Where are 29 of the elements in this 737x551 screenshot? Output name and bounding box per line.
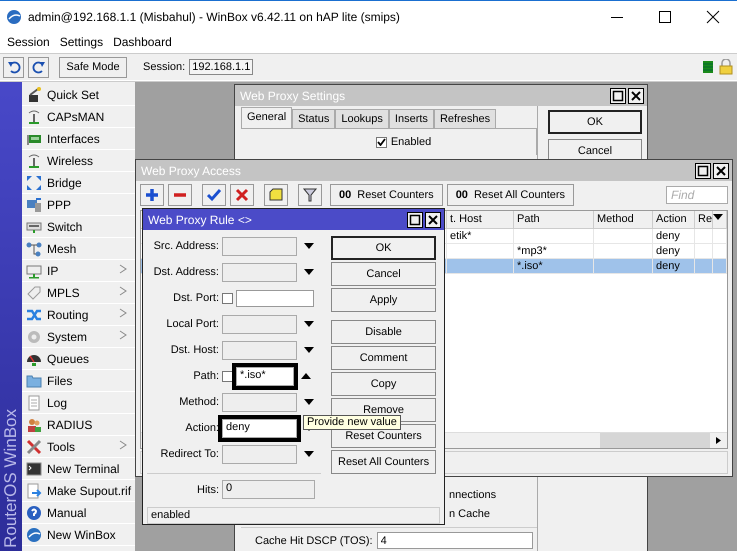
option-label: nnections	[449, 489, 496, 501]
field-label: Path:	[192, 370, 219, 382]
table-cell: etik*	[450, 230, 472, 242]
session-field: 192.168.1.1	[189, 59, 254, 75]
field-label: Dst. Host:	[170, 344, 219, 356]
table-cell: *mp3*	[517, 245, 547, 257]
table-cell: deny	[656, 230, 680, 242]
window-title: Web Proxy Rule <>	[148, 212, 253, 226]
window-title: Web Proxy Settings	[240, 88, 346, 102]
field-label: Cache Hit DSCP (TOS):	[255, 534, 373, 546]
session-label: Session:	[143, 61, 186, 73]
table-cell: deny	[656, 260, 680, 272]
window-title: Web Proxy Access	[141, 164, 242, 178]
tooltip: Provide new value	[303, 415, 401, 430]
checkbox-label: Enabled	[390, 136, 432, 148]
table-cell: *.iso*	[517, 260, 543, 272]
field-label: Local Port:	[165, 318, 219, 330]
hits-field: 0	[222, 480, 315, 499]
option-label: n Cache	[449, 508, 490, 520]
field-label: Action:	[184, 422, 219, 434]
table-cell: deny	[656, 245, 680, 257]
window-title: admin@192.168.1.1 (Misbahul) - WinBox v6.42.11 on hAP lite (smips)	[28, 10, 401, 24]
field-label: Redirect To:	[160, 448, 219, 460]
field-label: Dst. Port:	[172, 292, 219, 304]
brand-label: RouterOS WinBox	[1, 409, 21, 550]
status-bar: enabled	[147, 507, 440, 524]
field-label: Dst. Address:	[152, 266, 219, 278]
field-label: Hits:	[196, 484, 219, 496]
field-label: Method:	[178, 396, 219, 408]
